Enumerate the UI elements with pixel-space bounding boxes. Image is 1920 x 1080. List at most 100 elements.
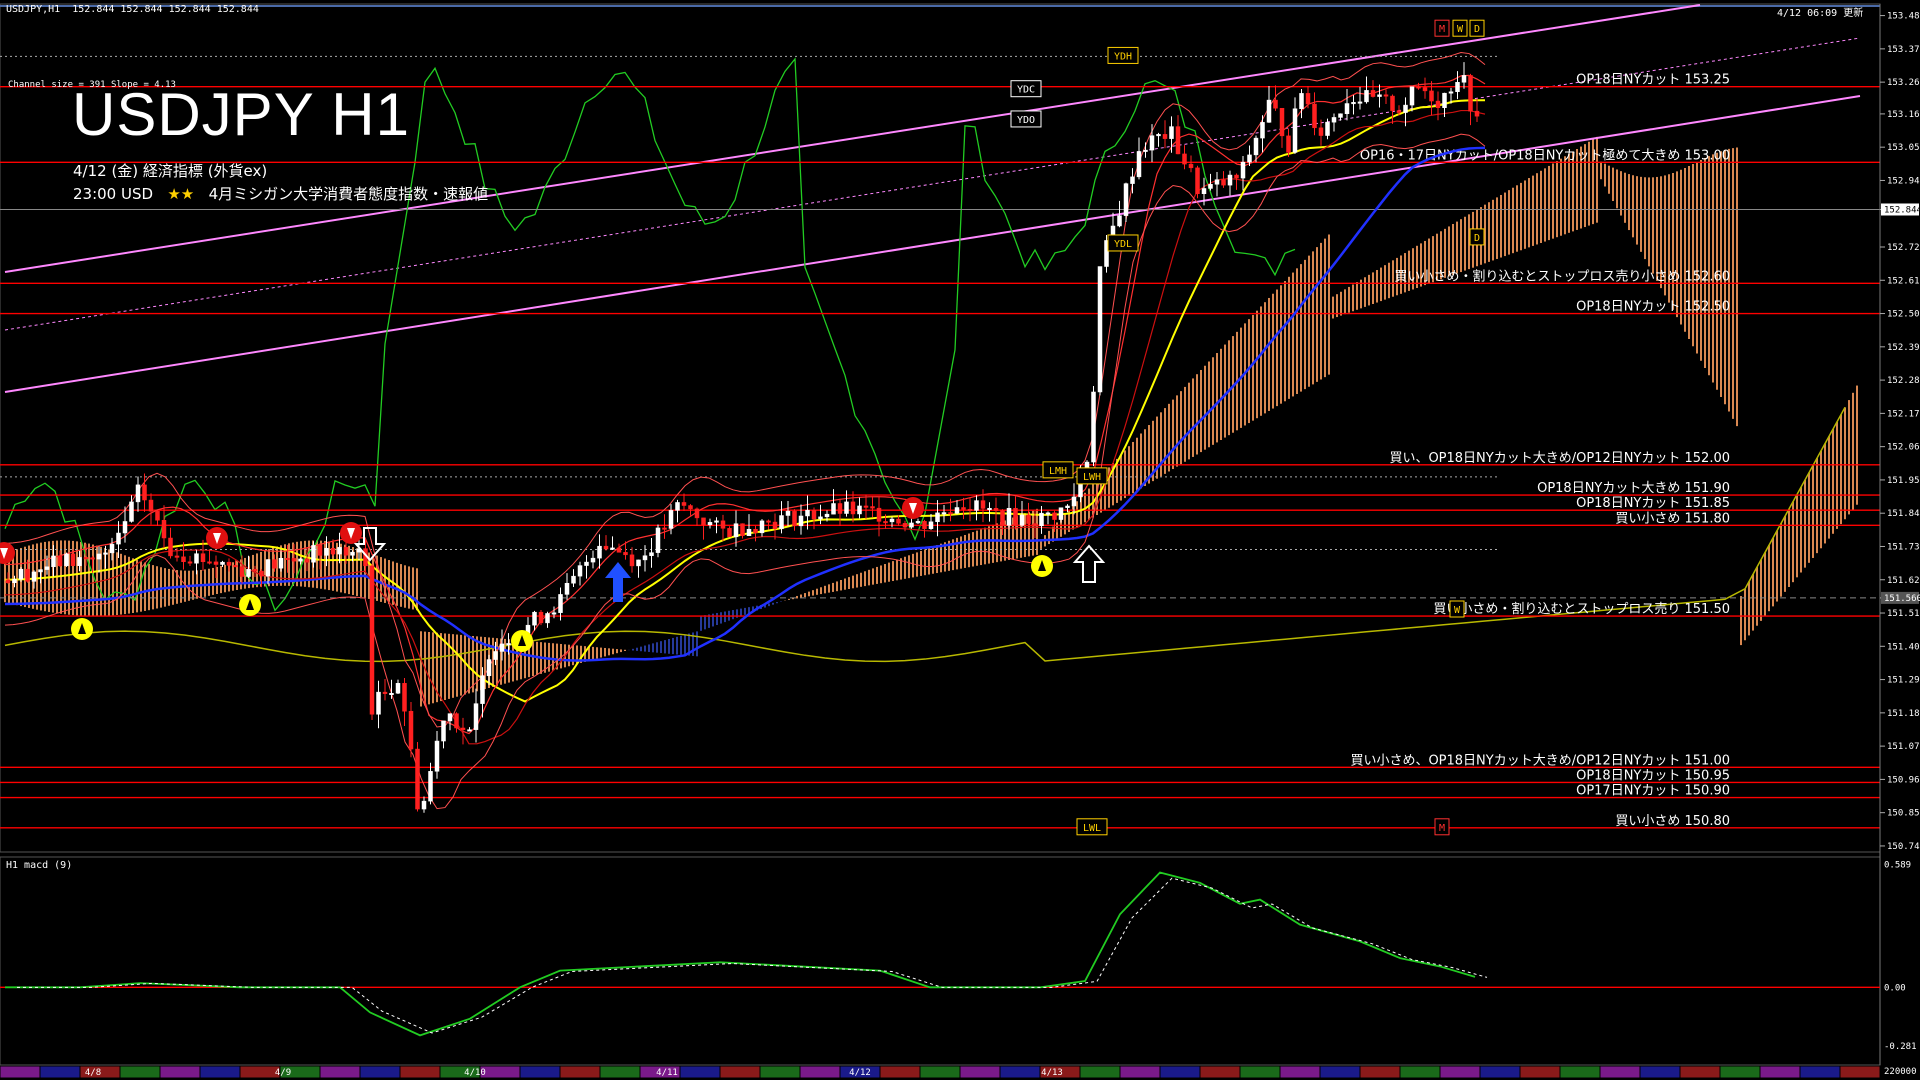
session-block bbox=[759, 1065, 801, 1079]
level-label: OP18日NYカット 150.95 bbox=[1576, 768, 1730, 783]
candle-body bbox=[727, 528, 732, 538]
macd-pane-frame bbox=[0, 856, 1881, 1066]
session-block bbox=[1519, 1065, 1561, 1079]
candle-body bbox=[291, 558, 297, 562]
candle-body bbox=[733, 523, 739, 538]
date-label: 4/8 bbox=[85, 1068, 101, 1078]
axis-tick-label: 151.290 bbox=[1887, 676, 1920, 686]
session-block bbox=[0, 1065, 41, 1079]
candle-body bbox=[1240, 161, 1246, 179]
session-block bbox=[1359, 1065, 1401, 1079]
candle-body bbox=[1468, 75, 1473, 112]
candle-body bbox=[1429, 90, 1434, 102]
window-title: USDJPY,H1 152.844 152.844 152.844 152.84… bbox=[6, 4, 259, 15]
candle-body bbox=[811, 509, 817, 520]
session-block bbox=[1159, 1065, 1201, 1079]
candle-body bbox=[1130, 176, 1135, 184]
candle-body bbox=[330, 548, 336, 555]
macd-pane: 0.589 0.00 -0.281 220000 bbox=[0, 860, 1917, 1077]
price-tag-label: 152.844 bbox=[1884, 205, 1920, 215]
candle-body bbox=[1032, 523, 1038, 527]
candle-body bbox=[311, 545, 316, 563]
candle-body bbox=[324, 548, 329, 556]
axis-tick-label: 153.265 bbox=[1887, 78, 1920, 88]
candle-body bbox=[506, 643, 511, 646]
candle-body bbox=[5, 579, 11, 584]
axis-tick-label: 153.375 bbox=[1887, 45, 1920, 55]
candle-body bbox=[1045, 512, 1051, 515]
candle-body bbox=[421, 800, 427, 810]
candle-body bbox=[584, 561, 589, 566]
blue-buy-arrow bbox=[605, 562, 631, 602]
page-title: USDJPY H1 bbox=[72, 81, 411, 148]
candle-body bbox=[317, 545, 323, 556]
level-label: OP16・17日NYカット/OP18日NYカット極めて大きめ 153.00 bbox=[1360, 147, 1730, 163]
candle-body bbox=[1143, 149, 1148, 152]
candle-body bbox=[1416, 86, 1421, 89]
candle-body bbox=[668, 510, 674, 529]
candle-body bbox=[954, 507, 960, 514]
candle-body bbox=[532, 611, 537, 626]
candle-body bbox=[714, 520, 719, 523]
candle-body bbox=[1175, 126, 1181, 155]
candle-body bbox=[285, 558, 290, 561]
candle-body bbox=[889, 518, 895, 523]
level-label: OP18日NYカット 152.50 bbox=[1576, 300, 1730, 315]
axis-tick-label: 151.510 bbox=[1887, 609, 1920, 619]
session-block bbox=[999, 1065, 1041, 1079]
session-block bbox=[959, 1065, 1001, 1079]
candle-body bbox=[161, 520, 167, 539]
candle-body bbox=[116, 532, 121, 545]
importance-stars: ★★ bbox=[167, 185, 195, 203]
candle-body bbox=[558, 594, 563, 613]
session-block bbox=[199, 1065, 241, 1079]
candle-body bbox=[948, 512, 953, 515]
candle-body bbox=[1000, 510, 1005, 526]
candle-body bbox=[1422, 87, 1428, 92]
candle-body bbox=[389, 692, 394, 695]
candle-body bbox=[1448, 91, 1454, 94]
candle-body bbox=[1390, 95, 1395, 111]
candle-body bbox=[629, 554, 635, 567]
candle-body bbox=[837, 503, 843, 514]
level-label: OP17日NYカット 150.90 bbox=[1576, 784, 1730, 799]
session-block bbox=[1479, 1065, 1521, 1079]
axis-tick-label: 152.610 bbox=[1887, 276, 1920, 286]
session-block bbox=[1679, 1065, 1721, 1079]
marker-label: YDC bbox=[1017, 85, 1035, 96]
candle-body bbox=[785, 510, 791, 516]
session-block bbox=[1399, 1065, 1441, 1079]
candle-body bbox=[1312, 103, 1317, 129]
axis-tick-label: 153.160 bbox=[1887, 110, 1920, 120]
candle-body bbox=[1214, 179, 1220, 185]
candle-body bbox=[662, 527, 667, 530]
candle-body bbox=[343, 547, 349, 556]
candle-body bbox=[1149, 135, 1155, 151]
ichimoku-cloud bbox=[4, 136, 1858, 707]
marker-label: LWL bbox=[1083, 823, 1101, 834]
candle-body bbox=[1338, 113, 1343, 118]
candle-body bbox=[103, 552, 108, 555]
candle-body bbox=[220, 561, 225, 565]
candle-body bbox=[681, 502, 687, 506]
candle-body bbox=[304, 558, 310, 563]
session-block bbox=[119, 1065, 161, 1079]
candle-body bbox=[1409, 86, 1415, 106]
candle-body bbox=[1058, 507, 1064, 520]
candle-body bbox=[1266, 99, 1272, 123]
candle-body bbox=[499, 643, 505, 652]
marker-label: D bbox=[1474, 24, 1480, 35]
candle-body bbox=[779, 515, 784, 530]
candle-body bbox=[928, 521, 934, 529]
axis-tick-label: 151.730 bbox=[1887, 542, 1920, 552]
ma-blue bbox=[4, 146, 1486, 662]
candle-body bbox=[194, 553, 199, 564]
candle-body bbox=[278, 558, 284, 569]
marker-label: M bbox=[1439, 823, 1445, 834]
session-block bbox=[1199, 1065, 1241, 1079]
candle-body bbox=[1117, 215, 1122, 227]
candle-body bbox=[805, 509, 810, 517]
macd-axis-label: 0.589 bbox=[1884, 860, 1911, 870]
price-chart[interactable]: OP18日NYカット 153.25 OP16・17日NYカット/OP18日NYカッ… bbox=[0, 0, 1920, 1080]
date-label: 4/13 bbox=[1041, 1068, 1063, 1078]
